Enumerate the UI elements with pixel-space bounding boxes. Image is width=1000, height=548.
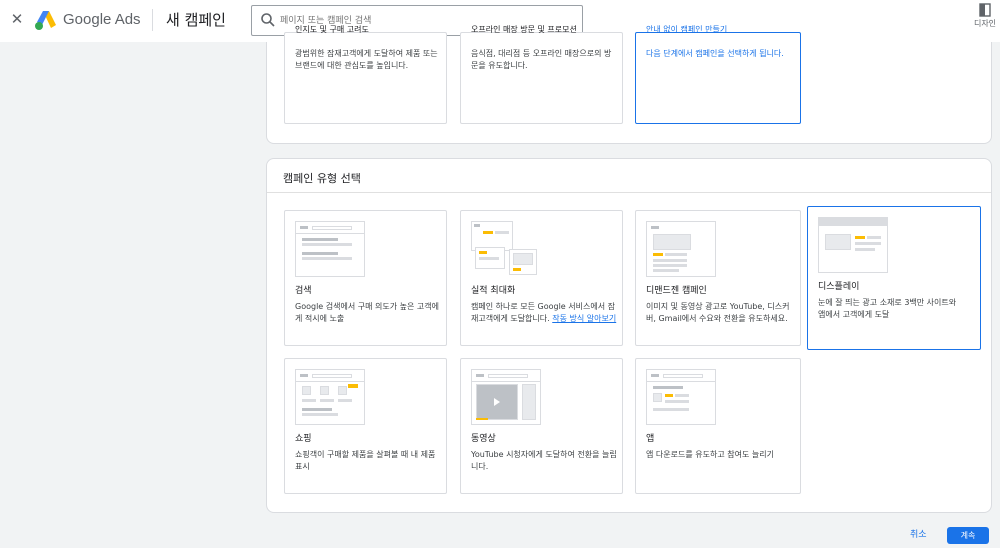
campaign-card-performance-max[interactable]: 실적 최대화 캠페인 하나로 모든 Google 서비스에서 잠재고객에게 도달… bbox=[460, 210, 623, 346]
design-button[interactable]: 디자인 bbox=[970, 3, 1000, 35]
learn-more-link[interactable]: 작동 방식 알아보기 bbox=[552, 314, 616, 323]
design-icon bbox=[979, 3, 991, 17]
card-description: 음식점, 대리점 등 오프라인 매장으로의 방문을 유도합니다. bbox=[471, 49, 612, 70]
campaign-card-app[interactable]: 앱 앱 다운로드를 유도하고 참여도 늘리기 bbox=[635, 358, 801, 494]
card-title: 실적 최대화 bbox=[471, 286, 516, 296]
card-description: 캠페인 하나로 모든 Google 서비스에서 잠재고객에게 도달합니다. 작동… bbox=[471, 301, 617, 325]
campaign-card-display[interactable]: 디스플레이 눈에 잘 띄는 광고 소재로 3백만 사이트와 앱에서 고객에게 도… bbox=[807, 206, 981, 350]
card-description: YouTube 시청자에게 도달하여 전환을 늘립니다. bbox=[471, 450, 617, 471]
campaign-card-search[interactable]: 검색 Google 검색에서 구매 의도가 높은 고객에게 적시에 노출 bbox=[284, 210, 447, 346]
card-title: 쇼핑 bbox=[295, 434, 312, 444]
card-title: 디스플레이 bbox=[818, 282, 860, 292]
close-icon[interactable]: ✕ bbox=[8, 8, 26, 30]
objective-card-store-visits[interactable]: 오프라인 매장 방문 및 프로모션 음식점, 대리점 등 오프라인 매장으로의 … bbox=[460, 25, 623, 124]
page-title: 새 캠페인 bbox=[166, 11, 226, 29]
card-title: 인지도 및 구매 고려도 bbox=[295, 25, 369, 34]
brand-name: Google Ads bbox=[63, 11, 141, 28]
card-title: 동영상 bbox=[471, 434, 496, 444]
display-illustration bbox=[818, 217, 888, 273]
performance-max-illustration bbox=[471, 221, 541, 277]
shopping-illustration bbox=[295, 369, 365, 425]
search-illustration bbox=[295, 221, 365, 277]
card-description: 이미지 및 동영상 광고로 YouTube, 디스커버, Gmail에서 수요와… bbox=[646, 302, 790, 323]
card-title: 검색 bbox=[295, 286, 312, 296]
google-ads-logo bbox=[35, 11, 56, 30]
video-illustration bbox=[471, 369, 541, 425]
card-title: 앱 bbox=[646, 434, 655, 444]
card-title: 디맨드젠 캠페인 bbox=[646, 286, 707, 296]
cancel-button[interactable]: 취소 bbox=[910, 527, 927, 540]
objective-card-no-guidance[interactable]: 안내 없이 캠페인 만들기 다음 단계에서 캠페인을 선택하게 됩니다. bbox=[635, 25, 801, 124]
campaign-card-video[interactable]: 동영상 YouTube 시청자에게 도달하여 전환을 늘립니다. bbox=[460, 358, 623, 494]
campaign-card-shopping[interactable]: 쇼핑 쇼핑객이 구매할 제품을 살펴볼 때 내 제품 표시 bbox=[284, 358, 447, 494]
demand-gen-illustration bbox=[646, 221, 716, 277]
card-title: 오프라인 매장 방문 및 프로모션 bbox=[471, 25, 577, 34]
search-icon bbox=[261, 13, 275, 27]
card-description: Google 검색에서 구매 의도가 높은 고객에게 적시에 노출 bbox=[295, 302, 439, 323]
divider bbox=[267, 192, 991, 193]
objective-card-awareness[interactable]: 인지도 및 구매 고려도 광범위한 잠재고객에게 도달하여 제품 또는 브랜드에… bbox=[284, 25, 447, 124]
card-description: 광범위한 잠재고객에게 도달하여 제품 또는 브랜드에 대한 관심도를 높입니다… bbox=[295, 49, 438, 70]
card-description: 눈에 잘 띄는 광고 소재로 3백만 사이트와 앱에서 고객에게 도달 bbox=[818, 298, 957, 319]
header-divider bbox=[152, 9, 153, 31]
campaign-type-panel: 캠페인 유형 선택 검색 Google 검색에서 구매 의도가 높은 고객에게 … bbox=[266, 158, 992, 513]
continue-button[interactable]: 계속 bbox=[947, 527, 989, 544]
app-illustration bbox=[646, 369, 716, 425]
card-description: 쇼핑객이 구매할 제품을 살펴볼 때 내 제품 표시 bbox=[295, 450, 436, 471]
card-title: 안내 없이 캠페인 만들기 bbox=[646, 25, 728, 34]
panel-heading: 캠페인 유형 선택 bbox=[283, 172, 361, 185]
card-description: 다음 단계에서 캠페인을 선택하게 됩니다. bbox=[646, 49, 784, 58]
campaign-card-demand-gen[interactable]: 디맨드젠 캠페인 이미지 및 동영상 광고로 YouTube, 디스커버, Gm… bbox=[635, 210, 801, 346]
card-description: 앱 다운로드를 유도하고 참여도 늘리기 bbox=[646, 450, 774, 459]
design-label: 디자인 bbox=[973, 19, 997, 28]
objective-panel: 인지도 및 구매 고려도 광범위한 잠재고객에게 도달하여 제품 또는 브랜드에… bbox=[266, 25, 992, 144]
